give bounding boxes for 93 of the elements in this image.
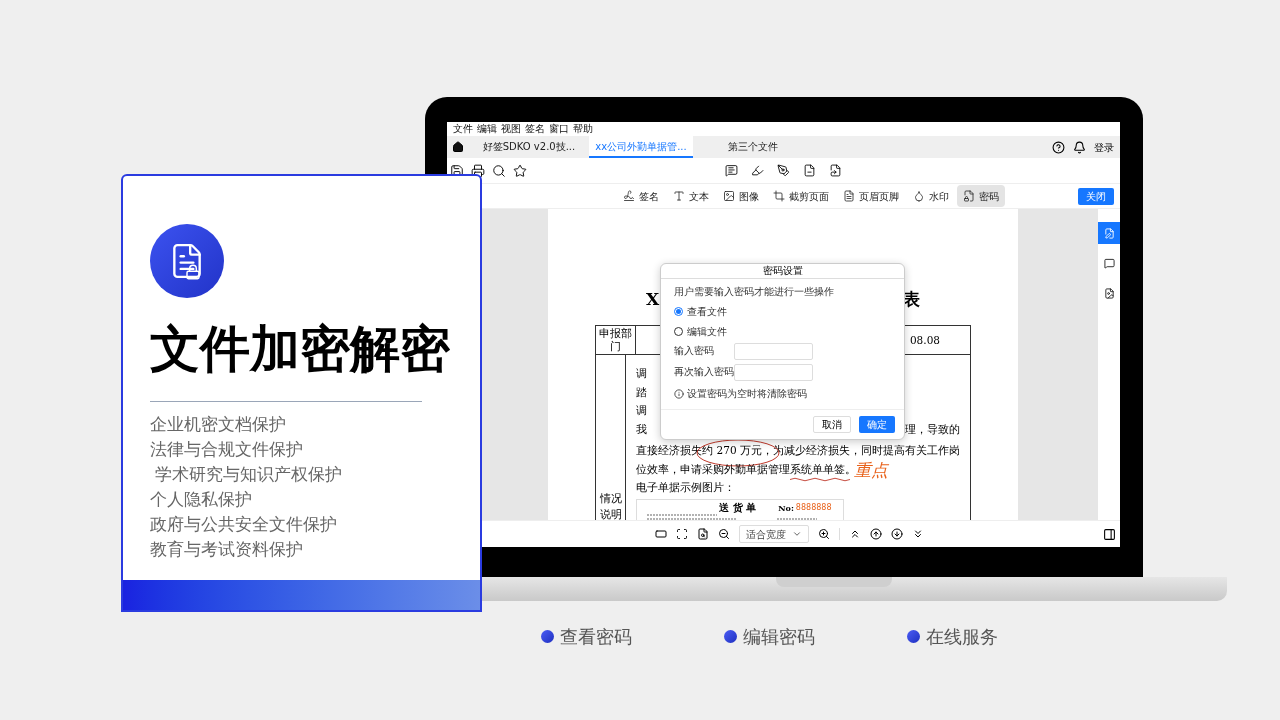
document-text: 位效率，申请采购外勤单据管理 — [636, 462, 791, 475]
fullscreen-icon[interactable] — [676, 528, 688, 540]
cancel-button[interactable]: 取消 — [813, 416, 851, 433]
crop-icon — [773, 190, 785, 202]
feature-label: 在线服务 — [926, 625, 998, 649]
receipt-number: 8888888 — [795, 503, 832, 512]
document-text: 约 270 万元， — [702, 444, 773, 456]
feature-item: 教育与考试资料保护 — [150, 538, 304, 561]
tool-button[interactable]: 文本 — [667, 185, 715, 207]
radio-label: 编辑文件 — [687, 325, 727, 339]
document-tab[interactable]: 第三个文件 — [701, 136, 805, 158]
tool-button[interactable]: 图像 — [717, 185, 765, 207]
dialog-title: 密码设置 — [762, 266, 803, 276]
close-button[interactable]: 关闭 — [1078, 187, 1114, 205]
password-icon — [963, 190, 975, 202]
document-tab[interactable]: 好签SDKO v2.0技... — [477, 136, 581, 158]
image-icon — [723, 190, 735, 202]
feature-item: 企业机密文档保护 — [150, 413, 287, 436]
card-title: 文件加密解密 — [150, 324, 451, 374]
file-search-icon[interactable] — [697, 528, 709, 540]
confirm-button[interactable]: 确定 — [859, 416, 895, 433]
file-minus-icon[interactable] — [803, 164, 816, 177]
document-text: 我 — [636, 421, 648, 437]
menu-item[interactable]: 签名 — [525, 124, 545, 134]
tool-button[interactable]: 签名 — [617, 185, 665, 207]
search-icon[interactable] — [492, 163, 506, 178]
tool-button[interactable]: 水印 — [907, 185, 955, 207]
password-field[interactable] — [734, 364, 813, 381]
help-icon[interactable] — [1052, 140, 1065, 154]
document-text: 电子单据示例图片： — [636, 481, 736, 493]
wavy-underline — [790, 476, 853, 482]
comment-icon[interactable] — [725, 164, 738, 177]
document-text: 直接经济损失 — [636, 444, 703, 456]
last-page-icon[interactable] — [912, 528, 924, 540]
document-text: 踏 — [636, 384, 648, 400]
pen-icon[interactable] — [777, 164, 790, 177]
tool-button[interactable]: 截剪页面 — [767, 185, 835, 207]
document-text: 为减少经济损失，同时提高有关工作岗 — [773, 444, 960, 456]
sign-icon — [623, 190, 635, 202]
print-icon[interactable] — [471, 163, 485, 178]
document-title: X — [646, 291, 660, 308]
edit-icon — [1103, 227, 1115, 239]
document-text: 系统单单签。 — [790, 462, 857, 475]
menu-item[interactable]: 窗口 — [549, 124, 569, 134]
document-tab[interactable]: xx公司外勤单据管... — [589, 136, 693, 158]
receipt-no-label: No: — [778, 503, 794, 512]
dialog-message: 用户需要输入密码才能进行一些操作 — [674, 285, 835, 299]
feature-item: 个人隐私保护 — [150, 488, 253, 511]
star-icon[interactable] — [513, 163, 527, 178]
caret-icon — [792, 529, 802, 539]
previous-page-icon[interactable] — [870, 528, 882, 540]
table-cell: 情况说明 — [599, 492, 622, 520]
dialog-hint: 设置密码为空时将清除密码 — [687, 387, 807, 401]
comment-icon — [1103, 257, 1115, 269]
table-cell-text: 08.08 — [909, 333, 940, 348]
image-icon — [1103, 287, 1115, 299]
table-cell: 申报部门 — [599, 327, 632, 352]
next-page-icon[interactable] — [891, 528, 903, 540]
feature-label: 编辑密码 — [743, 625, 815, 649]
first-page-icon[interactable] — [849, 528, 861, 540]
feature-item: 政府与公共安全文件保护 — [150, 513, 338, 536]
side-tab[interactable] — [1098, 222, 1120, 244]
login-link[interactable]: 登录 — [1094, 139, 1114, 155]
handwritten-note: 重点 — [854, 460, 889, 479]
feature-item: 法律与合规文件保护 — [150, 438, 304, 461]
receipt-title: 送 货 单 — [719, 502, 757, 513]
text-icon — [673, 190, 685, 202]
document-text: 理，导致的 — [905, 421, 960, 437]
tool-button[interactable]: 密码 — [957, 185, 1005, 207]
file-arrow-icon[interactable] — [829, 164, 842, 177]
feature-label: 查看密码 — [560, 625, 632, 649]
document-text: 调 — [636, 403, 648, 418]
document-text: 调 — [636, 366, 648, 381]
highlighter-icon[interactable] — [751, 164, 764, 177]
menu-item[interactable]: 编辑 — [477, 124, 497, 134]
tool-button[interactable]: 页眉页脚 — [837, 185, 905, 207]
menu-item[interactable]: 文件 — [453, 124, 473, 134]
zoom-in-icon[interactable] — [818, 528, 830, 540]
feature-item: 学术研究与知识产权保护 — [154, 463, 344, 486]
zoom-out-icon[interactable] — [718, 528, 730, 540]
zoom-select[interactable]: 适合宽度 — [739, 525, 809, 543]
field-label: 再次输入密码 — [674, 365, 734, 380]
info-icon — [674, 388, 684, 399]
panel-toggle-icon[interactable] — [1103, 527, 1116, 541]
menu-item[interactable]: 帮助 — [573, 124, 593, 134]
document-title: 表 — [903, 291, 920, 308]
bell-icon[interactable] — [1073, 140, 1086, 154]
password-field[interactable] — [734, 343, 813, 360]
radio-label: 查看文件 — [687, 305, 727, 319]
menu-item[interactable]: 视图 — [501, 124, 521, 134]
radio-button[interactable] — [674, 307, 683, 316]
home-icon — [452, 141, 464, 153]
field-label: 输入密码 — [674, 344, 715, 359]
